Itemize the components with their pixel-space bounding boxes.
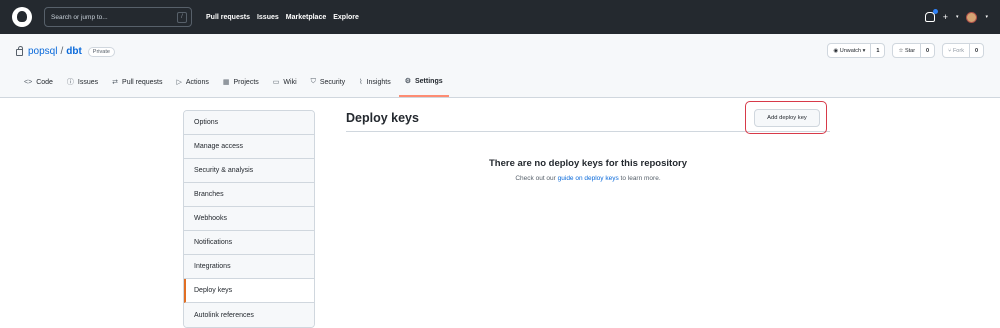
sidebar-item-webhooks[interactable]: Webhooks [184, 207, 314, 231]
play-icon: ▷ [176, 79, 182, 86]
search-placeholder: Search or jump to... [51, 13, 108, 21]
tab-code[interactable]: <> Code [18, 67, 59, 97]
nav-pull-requests[interactable]: Pull requests [206, 14, 250, 21]
forks-count[interactable]: 0 [968, 44, 983, 57]
fork-button-group: ⑂ Fork 0 [942, 43, 984, 58]
create-menu-caret-icon[interactable]: ▾ [956, 14, 959, 20]
tab-pull-requests-label: Pull requests [122, 78, 163, 86]
watchers-count[interactable]: 1 [870, 44, 884, 57]
deploy-keys-guide-link[interactable]: guide on deploy keys [558, 175, 619, 182]
watch-button-group: ◉ Unwatch ▾ 1 [827, 43, 886, 58]
search-input[interactable]: Search or jump to... / [44, 7, 192, 27]
empty-state-message: Check out our guide on deploy keys to le… [346, 175, 830, 182]
search-shortcut-badge: / [177, 12, 187, 23]
tab-settings-label: Settings [415, 77, 443, 85]
tab-wiki[interactable]: ▭ Wiki [267, 67, 303, 97]
nav-marketplace[interactable]: Marketplace [286, 14, 326, 21]
project-board-icon: ▦ [222, 79, 230, 86]
user-avatar[interactable] [966, 11, 978, 23]
book-icon: ▭ [272, 79, 280, 86]
private-badge: Private [87, 46, 115, 57]
nav-issues[interactable]: Issues [257, 14, 279, 21]
sidebar-item-branches[interactable]: Branches [184, 183, 314, 207]
fork-label: Fork [952, 47, 964, 54]
repository-title: popsql / dbt Private [16, 45, 115, 57]
tab-security-label: Security [319, 78, 346, 86]
tab-wiki-label: Wiki [283, 78, 297, 86]
global-nav: Pull requests Issues Marketplace Explore [206, 14, 359, 21]
repository-name-link[interactable]: dbt [66, 46, 82, 57]
tab-issues[interactable]: ⓘ Issues [61, 67, 104, 97]
star-label: Star [904, 47, 916, 54]
create-new-plus-icon[interactable]: + [943, 12, 948, 22]
sidebar-item-options[interactable]: Options [184, 111, 314, 135]
issue-icon: ⓘ [66, 79, 74, 86]
repository-header: popsql / dbt Private ◉ Unwatch ▾ 1 ☆ Sta… [0, 34, 1000, 98]
empty-state-suffix: to learn more. [620, 175, 661, 182]
notification-indicator [932, 9, 938, 14]
star-button[interactable]: ☆ Star [893, 44, 920, 57]
fork-button[interactable]: ⑂ Fork [943, 44, 969, 57]
tab-actions[interactable]: ▷ Actions [171, 67, 215, 97]
tab-actions-label: Actions [185, 78, 209, 86]
tab-insights-label: Insights [366, 78, 391, 86]
watch-caret-icon: ▾ [861, 47, 866, 54]
code-icon: <> [24, 78, 33, 86]
sidebar-item-notifications[interactable]: Notifications [184, 231, 314, 255]
unwatch-button[interactable]: ◉ Unwatch ▾ [828, 44, 870, 57]
repository-actions: ◉ Unwatch ▾ 1 ☆ Star 0 ⑂ Fork 0 [827, 43, 984, 58]
sidebar-item-deploy-keys[interactable]: Deploy keys [184, 279, 314, 303]
tab-code-label: Code [36, 78, 53, 86]
user-menu-caret-icon[interactable]: ▾ [985, 14, 988, 20]
graph-icon: ⌇ [359, 79, 363, 86]
header-actions: + ▾ ▾ [924, 9, 988, 23]
tab-projects-label: Projects [233, 78, 259, 86]
github-logo-icon[interactable] [12, 7, 32, 27]
repository-tabs: <> Code ⓘ Issues ⇄ Pull requests ▷ Actions ▦… [18, 67, 451, 97]
stars-count[interactable]: 0 [920, 44, 934, 57]
empty-state-prefix: Check out our [515, 175, 556, 182]
tab-settings[interactable]: ⚙ Settings [398, 67, 449, 97]
tab-projects[interactable]: ▦ Projects [217, 67, 265, 97]
star-button-group: ☆ Star 0 [892, 43, 936, 58]
tab-pull-requests[interactable]: ⇄ Pull requests [106, 67, 168, 97]
tab-insights[interactable]: ⌇ Insights [353, 67, 397, 97]
repository-separator: / [60, 46, 64, 57]
shield-icon: ⛉ [310, 78, 316, 85]
tab-issues-label: Issues [77, 78, 99, 86]
empty-state-title: There are no deploy keys for this reposi… [489, 158, 687, 169]
unwatch-label: Unwatch [839, 47, 862, 54]
sidebar-item-security-analysis[interactable]: Security & analysis [184, 159, 314, 183]
nav-explore[interactable]: Explore [333, 14, 359, 21]
pull-request-icon: ⇄ [112, 79, 119, 86]
page-title: Deploy keys [346, 111, 419, 125]
gear-icon: ⚙ [404, 78, 411, 85]
add-deploy-key-highlight [745, 101, 827, 134]
notifications-bell-icon[interactable] [924, 9, 938, 22]
settings-sidebar: Options Manage access Security & analysi… [183, 110, 315, 328]
sidebar-item-autolink-references[interactable]: Autolink references [184, 303, 314, 327]
tab-security[interactable]: ⛉ Security [305, 67, 352, 97]
sidebar-item-integrations[interactable]: Integrations [184, 255, 314, 279]
sidebar-item-manage-access[interactable]: Manage access [184, 135, 314, 159]
global-header: Search or jump to... / Pull requests Iss… [0, 0, 1000, 34]
repository-owner-link[interactable]: popsql [28, 46, 57, 57]
lock-icon [16, 45, 23, 56]
